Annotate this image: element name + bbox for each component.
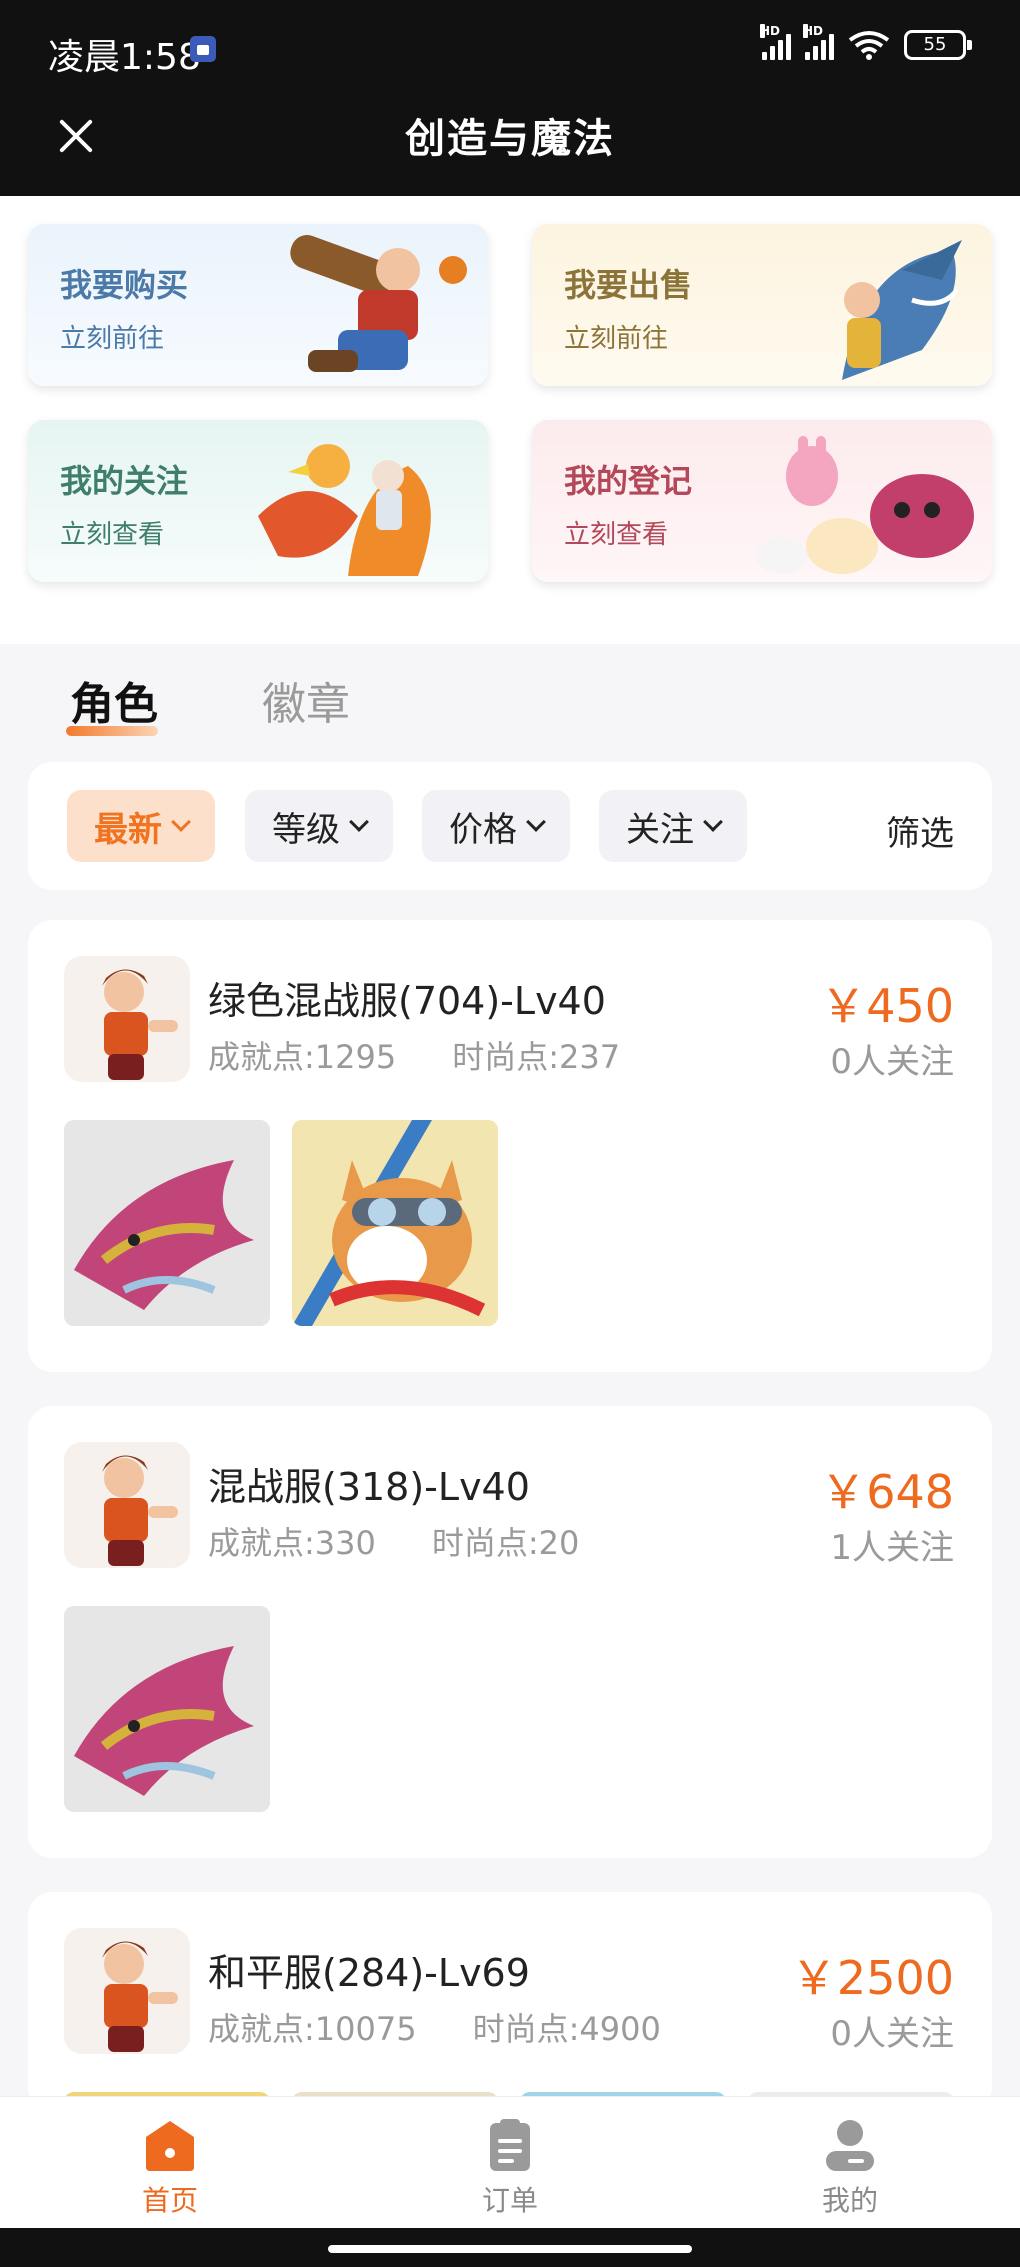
phoenix-rider-illustration <box>258 444 431 576</box>
filter-bar: 最新 等级 价格 关注 筛选 <box>28 762 992 890</box>
dragon-mount-thumbnail <box>64 1120 270 1326</box>
home-icon <box>146 2121 194 2171</box>
listing-name: 混战服(318)-Lv40 <box>208 1465 530 1509</box>
buy-card-action: 立刻前往 <box>60 324 165 354</box>
pets-group-illustration <box>756 436 974 574</box>
chevron-down-icon <box>703 812 723 832</box>
fashion-points: 时尚点:20 <box>431 1524 580 1562</box>
listing-followers: 0人关注 <box>830 2014 954 2054</box>
achievement-points: 成就点:10075 <box>208 2010 417 2048</box>
follow-card-action: 立刻查看 <box>60 520 165 550</box>
listing-stats: 成就点:330 时尚点:20 <box>208 1518 579 1564</box>
nav-home-label: 首页 <box>141 2184 198 2217</box>
battery-icon: 55 <box>904 30 972 60</box>
listing-card[interactable]: 和平服(284)-Lv69 成就点:10075 时尚点:4900 ￥2500 0… <box>28 1892 992 2112</box>
filter-level-label: 等级 <box>272 809 340 850</box>
bottom-nav: 首页 订单 我的 <box>0 2096 1020 2228</box>
filter-price-label: 价格 <box>449 809 517 850</box>
nav-order-label: 订单 <box>481 2184 538 2217</box>
avatar <box>64 1442 190 1568</box>
cellular-signal-icon: HD <box>803 24 834 60</box>
nav-home[interactable]: 首页 <box>90 2117 250 2219</box>
listing-name: 和平服(284)-Lv69 <box>208 1951 530 1995</box>
buy-card-title: 我要购买 <box>60 266 189 304</box>
home-indicator[interactable] <box>328 2245 692 2253</box>
tab-badge[interactable]: 徽章 <box>262 668 350 732</box>
listing-price: ￥450 <box>820 979 954 1033</box>
chevron-down-icon <box>526 812 546 832</box>
listing-stats: 成就点:10075 时尚点:4900 <box>208 2004 661 2050</box>
chevron-down-icon <box>171 812 191 832</box>
register-card-action: 立刻查看 <box>564 520 669 550</box>
listing-followers: 1人关注 <box>830 1528 954 1568</box>
listing-card[interactable]: 混战服(318)-Lv40 成就点:330 时尚点:20 ￥648 1人关注 <box>28 1406 992 1858</box>
nav-order[interactable]: 订单 <box>430 2117 590 2219</box>
tab-role[interactable]: 角色 <box>70 668 158 732</box>
follow-card-title: 我的关注 <box>60 462 189 500</box>
filter-latest[interactable]: 最新 <box>67 790 215 862</box>
status-time: 凌晨1:58 <box>48 37 201 78</box>
register-card-title: 我的登记 <box>564 462 693 500</box>
sell-card[interactable]: 我要出售 立刻前往 <box>532 224 992 386</box>
filter-follow[interactable]: 关注 <box>599 790 747 862</box>
active-tab-indicator <box>66 726 158 736</box>
filter-latest-label: 最新 <box>94 809 162 850</box>
order-icon <box>490 2119 530 2171</box>
wifi-icon <box>848 31 890 60</box>
listing-price: ￥2500 <box>790 1951 954 2005</box>
register-card[interactable]: 我的登记 立刻查看 <box>532 420 992 582</box>
user-icon <box>826 2120 874 2171</box>
shark-rider-illustration <box>842 240 962 380</box>
avatar <box>64 1928 190 2054</box>
status-indicators: HD HD 55 <box>760 24 972 60</box>
achievement-points: 成就点:330 <box>208 1524 376 1562</box>
corgi-pilot-thumbnail <box>292 1120 498 1326</box>
lumberjack-illustration <box>290 235 467 372</box>
listing-stats: 成就点:1295 时尚点:237 <box>208 1032 620 1078</box>
fashion-points: 时尚点:4900 <box>472 2010 661 2048</box>
sell-card-action: 立刻前往 <box>564 324 669 354</box>
nav-mine-label: 我的 <box>821 2184 878 2217</box>
listing-card[interactable]: 绿色混战服(704)-Lv40 成就点:1295 时尚点:237 ￥450 0人… <box>28 920 992 1372</box>
nav-mine[interactable]: 我的 <box>770 2117 930 2219</box>
buy-card[interactable]: 我要购买 立刻前往 <box>28 224 488 386</box>
avatar <box>64 956 190 1082</box>
fashion-points: 时尚点:237 <box>452 1038 621 1076</box>
follow-card[interactable]: 我的关注 立刻查看 <box>28 420 488 582</box>
filter-follow-label: 关注 <box>626 809 694 850</box>
screen-filter-button[interactable]: 筛选 <box>886 806 954 855</box>
achievement-points: 成就点:1295 <box>208 1038 397 1076</box>
sell-card-title: 我要出售 <box>564 266 693 304</box>
chevron-down-icon <box>349 812 369 832</box>
cellular-signal-icon: HD <box>760 24 791 60</box>
page-title: 创造与魔法 <box>405 116 615 162</box>
status-bar: 凌晨1:58 HD HD 55 <box>0 0 1020 100</box>
filter-price[interactable]: 价格 <box>422 790 570 862</box>
filter-level[interactable]: 等级 <box>245 790 393 862</box>
dragon-mount-thumbnail <box>64 1606 270 1812</box>
app-lock-icon <box>190 36 216 62</box>
listing-price: ￥648 <box>820 1465 954 1519</box>
listing-name: 绿色混战服(704)-Lv40 <box>208 979 606 1023</box>
listing-followers: 0人关注 <box>830 1042 954 1082</box>
